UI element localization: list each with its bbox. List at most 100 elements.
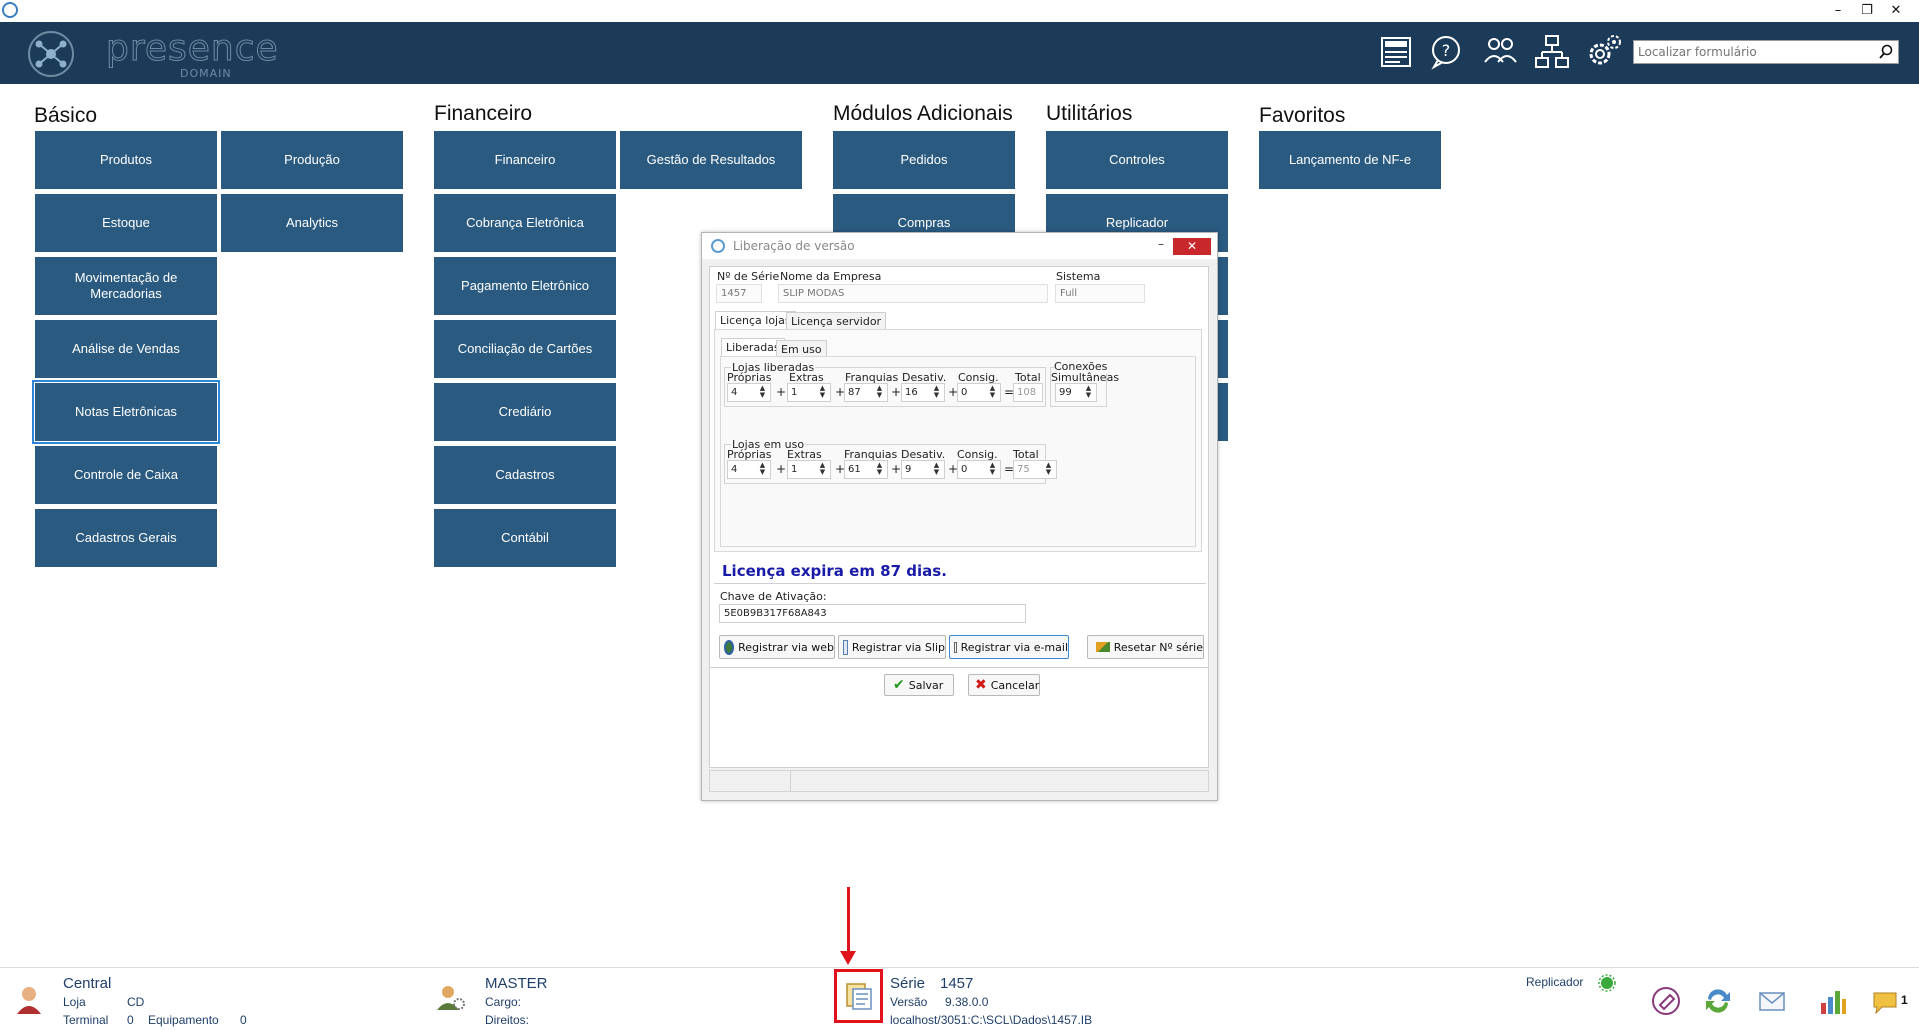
search-icon[interactable] xyxy=(1878,44,1894,60)
globe-icon xyxy=(724,639,735,655)
tile-estoque[interactable]: Estoque xyxy=(35,194,217,252)
license-expire-message: Licença expira em 87 dias. xyxy=(722,562,947,580)
subtab-panel-liberadas: Lojas liberadas Próprias Extras Franquia… xyxy=(720,356,1196,547)
mail-icon[interactable] xyxy=(1756,985,1788,1017)
help-icon[interactable]: ? xyxy=(1428,32,1468,72)
close-window-button[interactable]: ✕ xyxy=(1884,2,1908,20)
spinner-arrows-icon[interactable]: ▲ ▼ xyxy=(818,462,827,477)
tile-pedidos[interactable]: Pedidos xyxy=(833,131,1015,189)
database-path: localhost/3051:C:\SCL\Dados\1457.IB xyxy=(890,1013,1093,1027)
tile-analise-vendas[interactable]: Análise de Vendas xyxy=(35,320,217,378)
tile-analytics[interactable]: Analytics xyxy=(221,194,403,252)
sync-icon[interactable] xyxy=(1702,985,1734,1017)
liberadas-desativ-spinner[interactable]: 16 ▲ ▼ xyxy=(901,383,945,402)
emuso-desativ-spinner[interactable]: 9 ▲ ▼ xyxy=(901,460,945,479)
direitos-label: Direitos: xyxy=(485,1013,530,1027)
versao-value: 9.38.0.0 xyxy=(945,995,989,1009)
documents-icon xyxy=(843,639,848,655)
chave-field[interactable]: 5E0B9B317F68A843 xyxy=(719,604,1026,623)
network-icon[interactable] xyxy=(1532,32,1572,72)
tile-pagamento-eletronico[interactable]: Pagamento Eletrônico xyxy=(434,257,616,315)
conexoes-value: 99 xyxy=(1059,387,1072,398)
restore-window-button[interactable]: ❐ xyxy=(1855,2,1879,20)
emuso-extras-spinner[interactable]: 1 ▲ ▼ xyxy=(787,460,831,479)
minimize-window-button[interactable]: – xyxy=(1826,2,1850,20)
bar-chart-icon[interactable] xyxy=(1816,985,1848,1017)
dialog-body: Nº de Série 1457 Nome da Empresa SLIP MO… xyxy=(709,266,1209,768)
users-icon[interactable] xyxy=(1480,32,1520,72)
liberadas-extras-value: 1 xyxy=(791,387,798,398)
op-plus: + xyxy=(776,385,787,399)
notification-icon[interactable] xyxy=(1870,985,1902,1017)
dialog-close-button[interactable]: ✕ xyxy=(1173,238,1211,255)
tile-cadastros[interactable]: Cadastros xyxy=(434,446,616,504)
spinner-arrows-icon[interactable]: ▲ ▼ xyxy=(988,385,997,400)
spinner-arrows-icon[interactable]: ▲ ▼ xyxy=(1084,385,1093,400)
license-icon[interactable] xyxy=(843,980,875,1012)
spinner-arrows-icon[interactable]: ▲ ▼ xyxy=(932,462,941,477)
tile-controle-caixa[interactable]: Controle de Caixa xyxy=(35,446,217,504)
registrar-email-label: Registrar via e-mail xyxy=(960,640,1068,654)
spinner-arrows-icon[interactable]: ▲ ▼ xyxy=(758,385,767,400)
op-plus: + xyxy=(891,462,902,476)
tile-movimentacao-mercadorias[interactable]: Movimentação de Mercadorias xyxy=(35,257,217,315)
liberadas-extras-spinner[interactable]: 1 ▲ ▼ xyxy=(787,383,831,402)
liberadas-franquias-spinner[interactable]: 87 ▲ ▼ xyxy=(844,383,888,402)
conexoes-spinner[interactable]: 99 ▲ ▼ xyxy=(1055,383,1097,402)
svg-text:?: ? xyxy=(1442,41,1451,60)
user-avatar-icon xyxy=(17,987,41,1014)
divider xyxy=(714,583,1206,584)
emuso-proprias-spinner[interactable]: 4 ▲ ▼ xyxy=(727,460,771,479)
tile-conciliacao-cartoes[interactable]: Conciliação de Cartões xyxy=(434,320,616,378)
spinner-arrows-icon[interactable]: ▲ ▼ xyxy=(875,385,884,400)
tag-icon[interactable] xyxy=(1650,985,1682,1017)
equipamento-value: 0 xyxy=(240,1013,247,1027)
tile-cobranca-eletronica[interactable]: Cobrança Eletrônica xyxy=(434,194,616,252)
tab-panel-licenca-lojas: Liberadas Em uso Lojas liberadas Própria… xyxy=(714,329,1202,552)
search-box xyxy=(1633,40,1899,64)
emuso-franquias-spinner[interactable]: 61 ▲ ▼ xyxy=(844,460,888,479)
tile-gestao-resultados[interactable]: Gestão de Resultados xyxy=(620,131,802,189)
spinner-arrows-icon[interactable]: ▲ ▼ xyxy=(818,385,827,400)
emuso-consig-spinner[interactable]: 0 ▲ ▼ xyxy=(957,460,1001,479)
user-settings-icon[interactable] xyxy=(435,982,467,1014)
salvar-button[interactable]: ✔ Salvar xyxy=(884,674,954,696)
liberadas-consig-value: 0 xyxy=(961,387,968,398)
liberadas-proprias-spinner[interactable]: 4 ▲ ▼ xyxy=(727,383,771,402)
emuso-total-value: 75 xyxy=(1017,464,1030,475)
spinner-arrows-icon[interactable]: ▲ ▼ xyxy=(1044,462,1053,477)
spinner-arrows-icon[interactable]: ▲ ▼ xyxy=(758,462,767,477)
emuso-total-spinner[interactable]: 75 ▲ ▼ xyxy=(1013,460,1057,479)
tile-producao[interactable]: Produção xyxy=(221,131,403,189)
tile-crediario[interactable]: Crediário xyxy=(434,383,616,441)
envelope-icon xyxy=(954,641,957,653)
liberadas-consig-spinner[interactable]: 0 ▲ ▼ xyxy=(957,383,1001,402)
tile-notas-eletronicas[interactable]: Notas Eletrônicas xyxy=(32,380,220,444)
tab-licenca-servidor[interactable]: Licença servidor xyxy=(786,312,887,330)
tile-cadastros-gerais[interactable]: Cadastros Gerais xyxy=(35,509,217,567)
dialog-minimize-button[interactable]: – xyxy=(1151,237,1171,253)
spinner-arrows-icon[interactable]: ▲ ▼ xyxy=(988,462,997,477)
tile-lancamento-nfe[interactable]: Lançamento de NF-e xyxy=(1259,131,1441,189)
tab-licenca-lojas[interactable]: Licença lojas xyxy=(715,311,796,329)
cancelar-button[interactable]: ✖ Cancelar xyxy=(968,674,1040,696)
emuso-consig-value: 0 xyxy=(961,464,968,475)
registrar-email-button[interactable]: Registrar via e-mail xyxy=(949,635,1069,659)
terminal-label: Terminal xyxy=(63,1013,109,1027)
tile-produtos[interactable]: Produtos xyxy=(35,131,217,189)
tile-contabil[interactable]: Contábil xyxy=(434,509,616,567)
tile-controles[interactable]: Controles xyxy=(1046,131,1228,189)
tile-financeiro[interactable]: Financeiro xyxy=(434,131,616,189)
spinner-arrows-icon[interactable]: ▲ ▼ xyxy=(932,385,941,400)
user-name: MASTER xyxy=(485,975,548,992)
spinner-arrows-icon[interactable]: ▲ ▼ xyxy=(875,462,884,477)
search-input[interactable] xyxy=(1634,41,1866,63)
news-icon[interactable] xyxy=(1376,32,1416,72)
op-plus: + xyxy=(891,385,902,399)
dialog-title: Liberação de versão xyxy=(733,239,855,253)
emuso-franquias-value: 61 xyxy=(848,464,861,475)
resetar-serie-button[interactable]: Resetar Nº série xyxy=(1087,635,1204,659)
registrar-web-button[interactable]: Registrar via web xyxy=(719,635,835,659)
settings-icon[interactable] xyxy=(1584,32,1624,72)
registrar-slip-button[interactable]: Registrar via Slip xyxy=(838,635,946,659)
